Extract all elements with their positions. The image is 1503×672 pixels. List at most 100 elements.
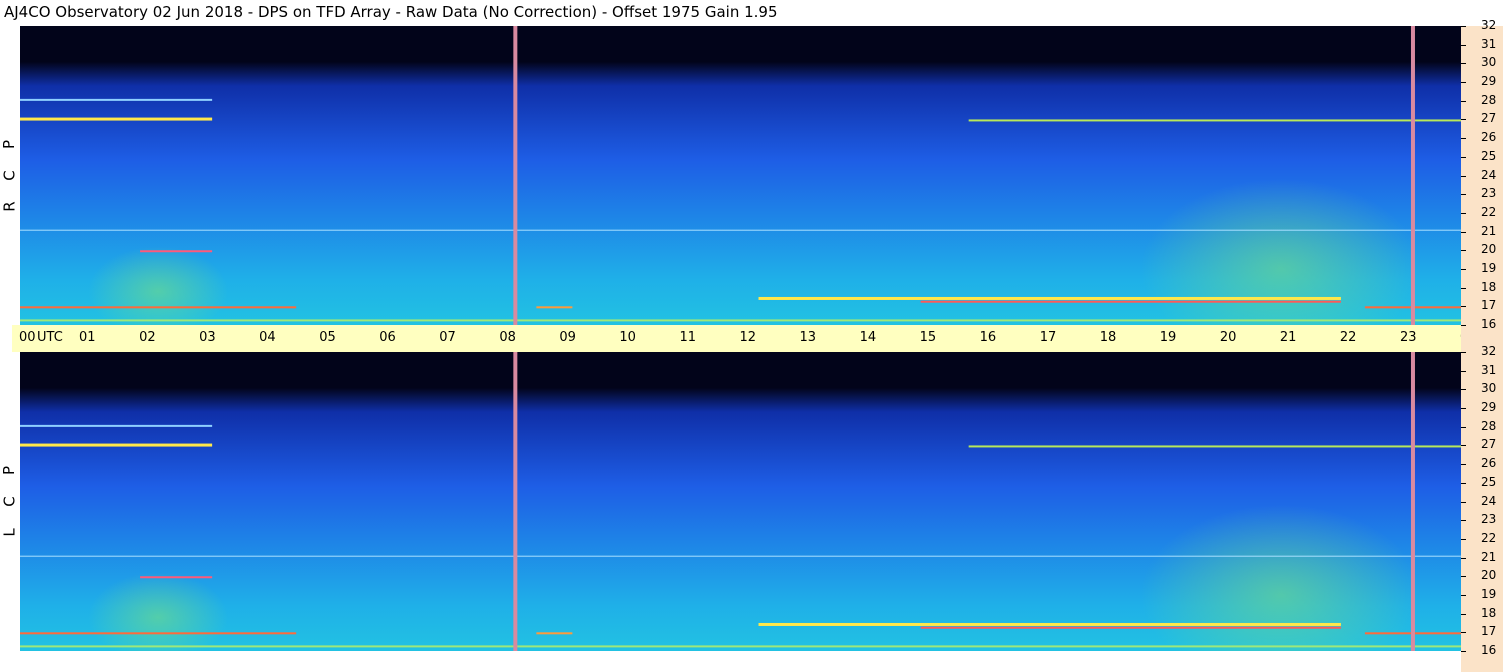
time-tick-label: 19	[1159, 330, 1177, 345]
time-tick-label: 09	[559, 330, 576, 345]
interference-band	[20, 117, 213, 121]
freq-tick-mark	[1461, 557, 1466, 559]
time-tick-label: 13	[799, 330, 817, 345]
freq-tick-mark	[1461, 445, 1466, 447]
freq-tick-mark	[1461, 287, 1466, 289]
interference-band	[20, 443, 213, 447]
freq-tick-mark	[1461, 520, 1466, 522]
utc-label: UTC	[37, 330, 63, 345]
lcp-letter-p: P	[0, 465, 19, 475]
freq-tick-label: 16	[1481, 317, 1497, 331]
time-tick-label: 05	[319, 330, 336, 345]
rcp-spectrogram	[20, 26, 1461, 325]
time-tick-label: 03	[199, 330, 216, 345]
freq-tick-mark	[1461, 194, 1466, 196]
freq-tick-mark	[1461, 632, 1466, 634]
freq-tick-mark	[1461, 119, 1466, 121]
freq-tick-label: 30	[1481, 381, 1497, 396]
time-tick-label: 01	[79, 330, 96, 345]
time-tick-label: 10	[619, 330, 636, 345]
time-marker-line	[513, 352, 518, 651]
spectrogram-svg	[20, 352, 1461, 651]
interference-band	[920, 300, 1341, 303]
time-marker-line	[1410, 26, 1415, 325]
freq-tick-label: 32	[1481, 344, 1497, 358]
rcp-letter-c: C	[0, 169, 19, 181]
freq-tick-mark	[1461, 306, 1466, 308]
freq-tick-label: 25	[1481, 474, 1497, 489]
interference-band	[20, 229, 1461, 231]
freq-tick-mark	[1461, 576, 1466, 578]
time-tick-label: 04	[259, 330, 276, 345]
freq-tick-mark	[1461, 250, 1466, 252]
freq-tick-label: 23	[1481, 186, 1497, 201]
interference-band	[140, 576, 213, 579]
freq-tick-mark	[1461, 138, 1466, 140]
freq-tick-mark	[1461, 63, 1466, 65]
freq-tick-label: 18	[1481, 279, 1497, 294]
time-tick-label: 16	[979, 330, 997, 345]
lcp-letter-c: C	[0, 495, 19, 507]
freq-tick-label: 22	[1481, 530, 1497, 545]
time-tick-label: 06	[379, 330, 396, 345]
freq-tick-mark	[1461, 538, 1466, 540]
freq-tick-mark	[1461, 389, 1466, 391]
freq-tick-mark	[1461, 651, 1466, 652]
time-tick-label: 00	[19, 330, 36, 345]
time-tick-label: 21	[1279, 330, 1297, 345]
lcp-letter-l: L	[0, 527, 19, 537]
lcp-spectrogram	[20, 352, 1461, 651]
interference-band	[968, 445, 1461, 448]
time-tick-label: 11	[679, 330, 696, 345]
freq-tick-label: 29	[1481, 74, 1497, 89]
freq-tick-label: 26	[1481, 456, 1497, 471]
freq-tick-label: 23	[1481, 512, 1497, 527]
freq-tick-mark	[1461, 426, 1466, 428]
rcp-letter-r: R	[0, 200, 19, 212]
interference-band	[968, 119, 1461, 122]
interference-band	[758, 622, 1341, 626]
freq-tick-label: 16	[1481, 643, 1497, 657]
interference-band	[758, 296, 1341, 300]
freq-tick-mark	[1461, 613, 1466, 615]
time-tick-label: 12	[739, 330, 757, 345]
freq-tick-label: 18	[1481, 605, 1497, 620]
time-tick-label: 20	[1219, 330, 1237, 345]
freq-tick-label: 31	[1481, 36, 1497, 51]
rcp-label: P C R	[0, 120, 20, 230]
freq-tick-label: 28	[1481, 92, 1497, 107]
time-tick-label: 02	[139, 330, 156, 345]
freq-tick-mark	[1461, 482, 1466, 484]
freq-tick-label: 17	[1481, 298, 1497, 313]
interference-band	[20, 319, 1461, 322]
time-marker-line	[513, 26, 518, 325]
freq-tick-label: 24	[1481, 167, 1497, 182]
interference-band	[20, 555, 1461, 557]
freq-tick-label: 19	[1481, 260, 1497, 275]
freq-tick-mark	[1461, 370, 1466, 372]
interference-band	[536, 306, 573, 309]
freq-tick-mark	[1461, 501, 1466, 503]
freq-tick-mark	[1461, 212, 1466, 214]
freq-tick-mark	[1461, 156, 1466, 158]
time-marker-line	[1410, 352, 1415, 651]
freq-tick-label: 19	[1481, 586, 1497, 601]
freq-tick-mark	[1461, 594, 1466, 596]
freq-tick-mark	[1461, 100, 1466, 102]
freq-tick-label: 17	[1481, 624, 1497, 639]
lcp-label: P C L	[0, 446, 20, 556]
freq-tick-mark	[1461, 175, 1466, 177]
freq-tick-mark	[1461, 82, 1466, 84]
time-tick-label: 07	[439, 330, 456, 345]
interference-band	[20, 632, 297, 635]
chart-title: AJ4CO Observatory 02 Jun 2018 - DPS on T…	[4, 3, 778, 21]
rcp-letter-p: P	[0, 139, 19, 149]
freq-tick-label: 22	[1481, 204, 1497, 219]
freq-tick-label: 20	[1481, 242, 1497, 257]
freq-tick-label: 25	[1481, 148, 1497, 163]
interference-band	[20, 424, 213, 427]
spectrogram-svg	[20, 26, 1461, 325]
time-tick-label: 15	[919, 330, 937, 345]
freq-tick-label: 30	[1481, 55, 1497, 70]
time-tick-label: 23	[1399, 330, 1417, 345]
